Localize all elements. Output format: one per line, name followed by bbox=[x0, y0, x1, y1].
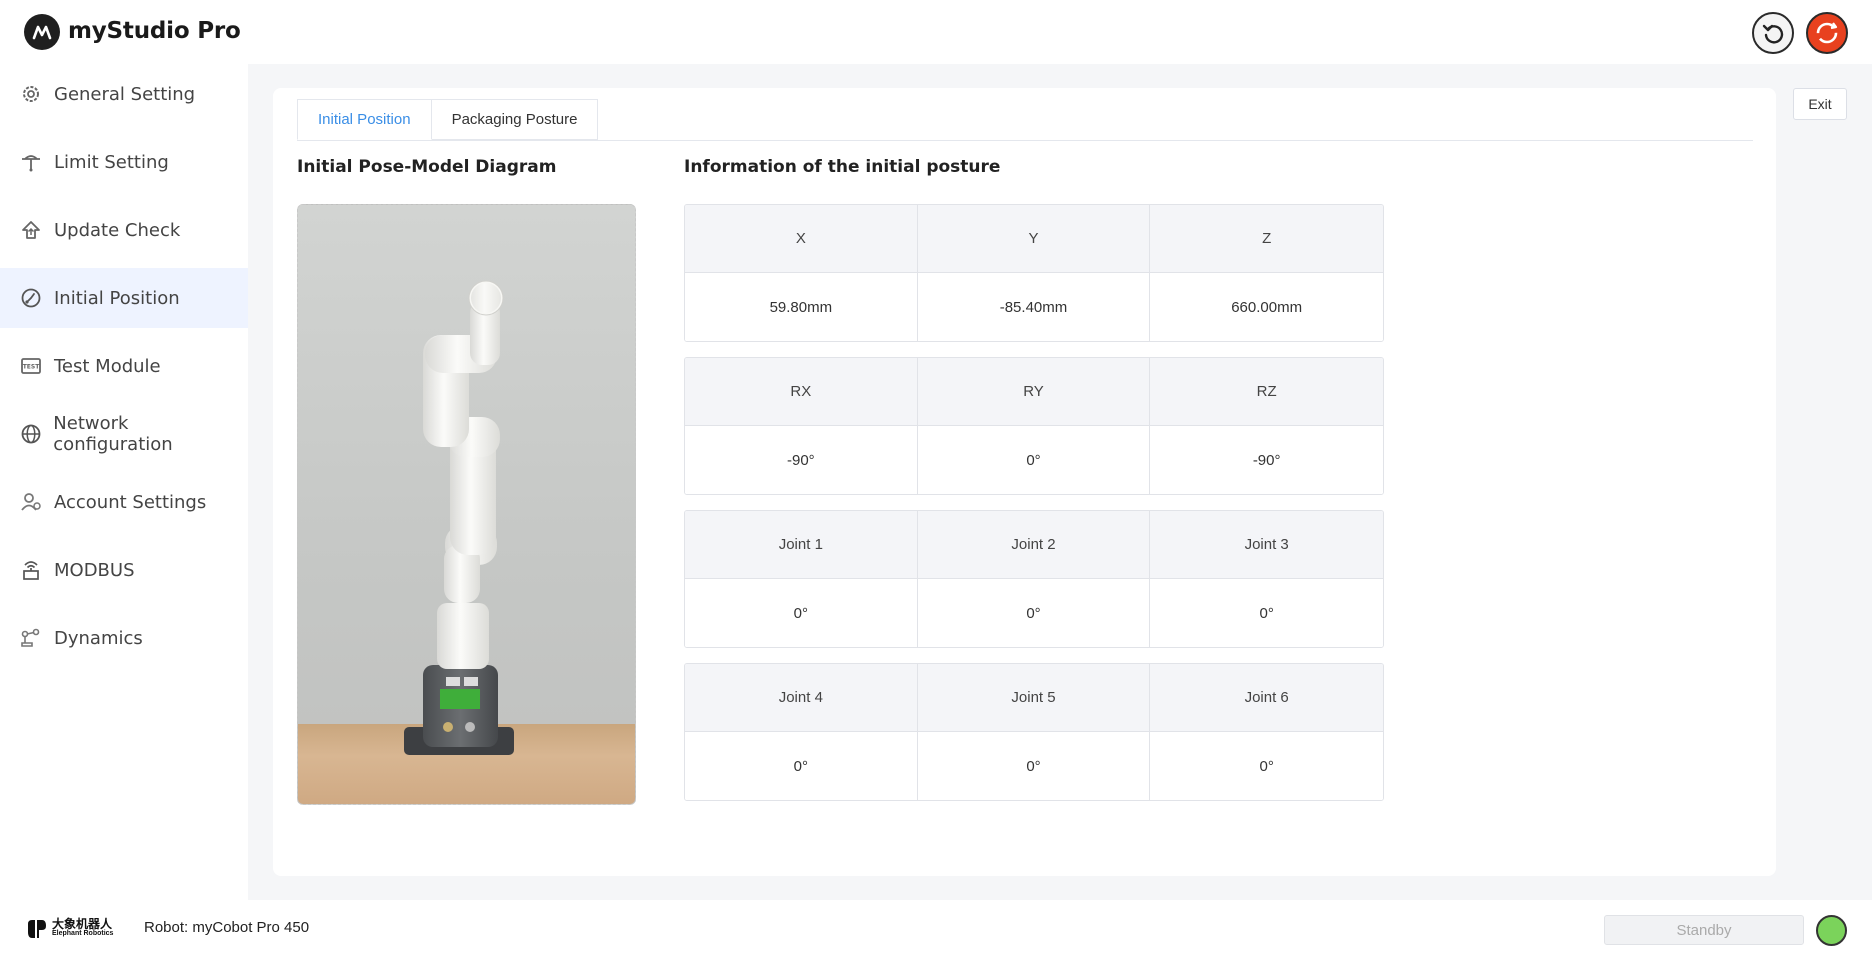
diagram-title: Initial Pose-Model Diagram bbox=[297, 157, 557, 177]
sidebar-item-label: General Setting bbox=[54, 83, 196, 105]
sidebar-item-account-settings[interactable]: Account Settings bbox=[0, 472, 248, 532]
globe-icon bbox=[18, 421, 43, 447]
robot-model-image bbox=[297, 204, 636, 805]
top-bar: myStudio Pro bbox=[0, 0, 1872, 64]
grid-header: Joint 6 bbox=[1150, 664, 1383, 732]
grid-value: 0° bbox=[917, 732, 1151, 800]
tab-divider bbox=[297, 140, 1753, 141]
grid-header: Z bbox=[1150, 205, 1383, 273]
tab-initial-position[interactable]: Initial Position bbox=[297, 99, 432, 140]
sidebar-item-limit-setting[interactable]: Limit Setting bbox=[0, 132, 248, 192]
grid-header: RX bbox=[685, 358, 918, 426]
sidebar: General Setting Limit Setting Update Che… bbox=[0, 64, 248, 900]
grid-header: Joint 2 bbox=[917, 511, 1151, 579]
joints-1-3-grid: Joint 1 Joint 2 Joint 3 0° 0° 0° bbox=[684, 510, 1384, 648]
grid-value: 660.00mm bbox=[1150, 273, 1383, 341]
grid-header: Joint 5 bbox=[917, 664, 1151, 732]
grid-value: 0° bbox=[1150, 732, 1383, 800]
brand-name-en: Elephant Robotics bbox=[52, 930, 114, 937]
robot-label: Robot: myCobot Pro 450 bbox=[144, 919, 310, 936]
grid-value: 0° bbox=[685, 732, 918, 800]
grid-value: 0° bbox=[917, 579, 1151, 647]
app-title: myStudio Pro bbox=[68, 18, 241, 44]
grid-header: RZ bbox=[1150, 358, 1383, 426]
grid-header: Joint 3 bbox=[1150, 511, 1383, 579]
rotation-grid: RX RY RZ -90° 0° -90° bbox=[684, 357, 1384, 495]
robot-arm-illustration bbox=[404, 280, 514, 755]
sidebar-item-label: MODBUS bbox=[54, 559, 135, 581]
power-button[interactable] bbox=[1806, 12, 1848, 54]
update-icon bbox=[18, 217, 44, 243]
app-logo-icon bbox=[24, 14, 60, 50]
elephant-logo-icon bbox=[28, 920, 46, 938]
test-icon: TEST bbox=[18, 353, 44, 379]
exit-button[interactable]: Exit bbox=[1793, 88, 1847, 120]
grid-value: -85.40mm bbox=[917, 273, 1151, 341]
grid-value: 0° bbox=[917, 426, 1151, 494]
limit-icon bbox=[18, 149, 44, 175]
tab-bar: Initial Position Packaging Posture bbox=[297, 99, 599, 140]
sidebar-item-dynamics[interactable]: Dynamics bbox=[0, 608, 248, 668]
sidebar-item-label: Limit Setting bbox=[54, 151, 169, 173]
svg-text:TEST: TEST bbox=[23, 364, 41, 371]
sidebar-item-general-setting[interactable]: General Setting bbox=[0, 64, 248, 124]
dynamics-icon bbox=[18, 625, 44, 651]
grid-header: Joint 4 bbox=[685, 664, 918, 732]
brand-name-cn: 大象机器人 bbox=[52, 917, 113, 931]
grid-header: RY bbox=[917, 358, 1151, 426]
sidebar-item-label: Initial Position bbox=[54, 287, 180, 309]
modbus-icon bbox=[18, 557, 44, 583]
grid-header: X bbox=[685, 205, 918, 273]
joints-4-6-grid: Joint 4 Joint 5 Joint 6 0° 0° 0° bbox=[684, 663, 1384, 801]
gear-icon bbox=[18, 81, 44, 107]
sidebar-item-test-module[interactable]: TEST Test Module bbox=[0, 336, 248, 396]
sidebar-item-modbus[interactable]: MODBUS bbox=[0, 540, 248, 600]
position-grid: X Y Z 59.80mm -85.40mm 660.00mm bbox=[684, 204, 1384, 342]
grid-value: -90° bbox=[1150, 426, 1383, 494]
refresh-power-icon bbox=[1816, 22, 1838, 44]
sidebar-item-label: Dynamics bbox=[54, 627, 143, 649]
sidebar-item-update-check[interactable]: Update Check bbox=[0, 200, 248, 260]
sidebar-item-label: Account Settings bbox=[54, 491, 207, 513]
sidebar-item-label: Update Check bbox=[54, 219, 181, 241]
grid-header: Joint 1 bbox=[685, 511, 918, 579]
tab-packaging-posture[interactable]: Packaging Posture bbox=[431, 99, 599, 140]
undo-icon bbox=[1762, 24, 1784, 44]
account-icon bbox=[18, 489, 44, 515]
grid-header: Y bbox=[917, 205, 1151, 273]
sidebar-item-label: Network configuration bbox=[53, 413, 173, 455]
undo-button[interactable] bbox=[1752, 12, 1794, 54]
grid-value: 59.80mm bbox=[685, 273, 918, 341]
grid-value: -90° bbox=[685, 426, 918, 494]
sidebar-item-label: Test Module bbox=[54, 355, 161, 377]
sidebar-item-network-configuration[interactable]: Network configuration bbox=[0, 404, 248, 464]
info-title: Information of the initial posture bbox=[684, 157, 1001, 177]
sidebar-item-initial-position[interactable]: Initial Position bbox=[0, 268, 248, 328]
brand-logo: 大象机器人 Elephant Robotics bbox=[26, 918, 113, 940]
standby-button[interactable]: Standby bbox=[1604, 915, 1804, 945]
grid-value: 0° bbox=[1150, 579, 1383, 647]
initial-position-icon bbox=[18, 285, 44, 311]
status-indicator bbox=[1816, 915, 1847, 946]
grid-value: 0° bbox=[685, 579, 918, 647]
